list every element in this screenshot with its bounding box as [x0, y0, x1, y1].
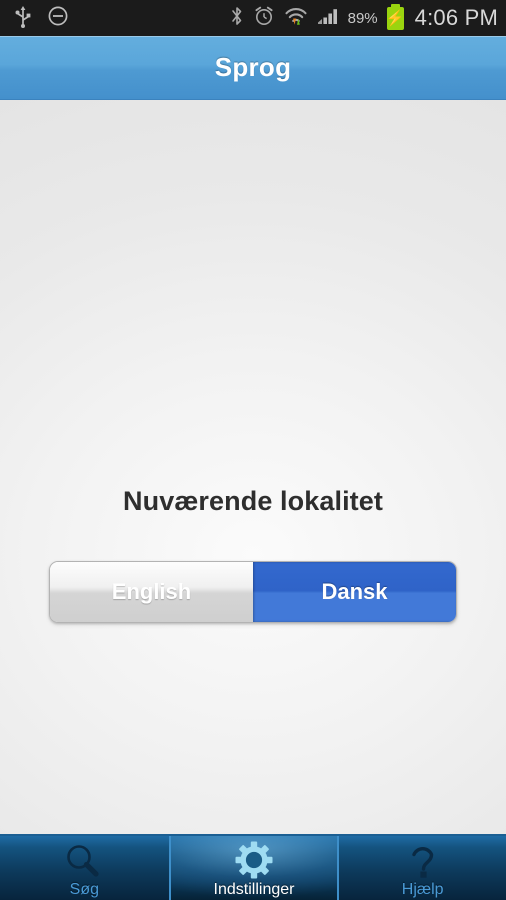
status-bar-left-icons: [14, 4, 70, 33]
battery-charging-icon: ⚡: [386, 3, 405, 30]
bottom-tab-bar: Søg Indstillinger Hjælp: [0, 834, 506, 900]
alarm-clock-icon: [253, 5, 275, 32]
cellular-signal-icon: [317, 5, 339, 32]
tab-indstillinger[interactable]: Indstillinger: [168, 836, 338, 900]
phone-screen: 89% ⚡ 4:06 PM Sprog Nuværende lokalitet …: [0, 0, 506, 900]
segment-dansk[interactable]: Dansk: [253, 562, 456, 622]
battery-percent-label: 89%: [347, 9, 378, 27]
language-segmented-control[interactable]: English Dansk: [49, 561, 457, 623]
mute-icon: [46, 4, 70, 33]
page-title: Sprog: [214, 52, 292, 82]
status-bar: 89% ⚡ 4:06 PM: [0, 0, 506, 36]
tab-sog[interactable]: Søg: [0, 836, 169, 900]
tab-hjaelp[interactable]: Hjælp: [337, 836, 506, 900]
usb-icon: [14, 4, 32, 33]
tab-hjaelp-label: Hjælp: [401, 881, 444, 898]
app-header: Sprog: [0, 36, 506, 100]
segment-english-label: English: [111, 579, 192, 604]
content-area: Nuværende lokalitet English Dansk: [0, 100, 506, 834]
wifi-icon: [284, 5, 308, 32]
gear-icon: [232, 841, 276, 881]
help-icon: [403, 841, 443, 881]
search-icon: [62, 841, 106, 881]
tab-sog-label: Søg: [69, 881, 99, 898]
bluetooth-icon: [230, 5, 244, 32]
segment-english[interactable]: English: [50, 562, 253, 622]
section-heading: Nuværende lokalitet: [123, 486, 383, 516]
status-bar-right-icons: 89% ⚡ 4:06 PM: [230, 3, 498, 32]
tab-indstillinger-label: Indstillinger: [213, 881, 295, 898]
segment-dansk-label: Dansk: [321, 579, 388, 604]
status-bar-clock: 4:06 PM: [414, 5, 498, 30]
